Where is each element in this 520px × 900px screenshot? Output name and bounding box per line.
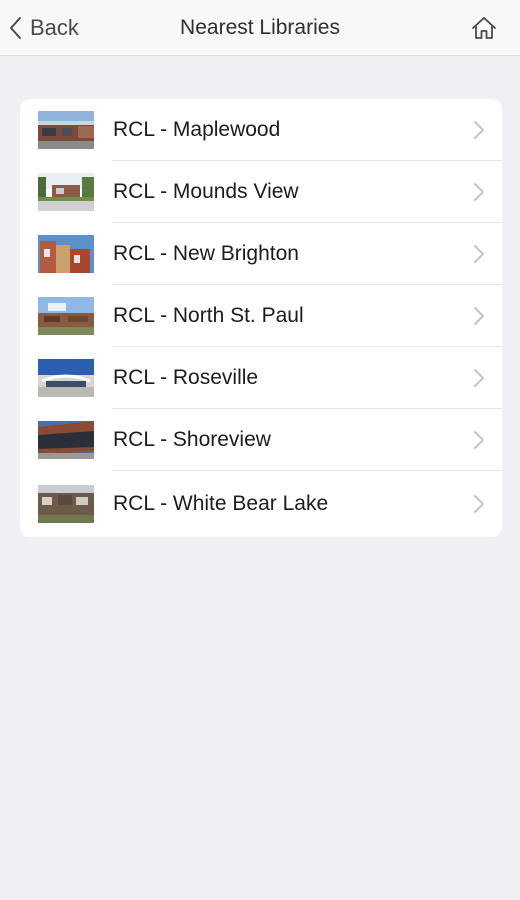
list-item-shoreview[interactable]: RCL - Shoreview [20, 409, 502, 471]
screen: Back Nearest Libraries RCL - Maplewood R… [0, 0, 520, 900]
library-list: RCL - Maplewood RCL - Mounds View RCL - … [20, 99, 502, 537]
chevron-right-icon [474, 495, 484, 513]
back-button[interactable]: Back [8, 8, 79, 48]
chevron-right-icon [474, 121, 484, 139]
chevron-left-icon [10, 17, 21, 39]
list-item-north-st-paul[interactable]: RCL - North St. Paul [20, 285, 502, 347]
library-name: RCL - Maplewood [113, 118, 281, 141]
list-item-maplewood[interactable]: RCL - Maplewood [20, 99, 502, 161]
library-name: RCL - Mounds View [113, 180, 299, 203]
list-item-mounds-view[interactable]: RCL - Mounds View [20, 161, 502, 223]
library-photo-north-st-paul [38, 297, 94, 335]
library-name: RCL - Shoreview [113, 428, 271, 451]
library-name: RCL - North St. Paul [113, 304, 304, 327]
chevron-right-icon [474, 307, 484, 325]
chevron-right-icon [474, 431, 484, 449]
library-photo-white-bear-lake [38, 485, 94, 523]
list-item-white-bear-lake[interactable]: RCL - White Bear Lake [20, 471, 502, 537]
library-photo-new-brighton [38, 235, 94, 273]
library-name: RCL - New Brighton [113, 242, 299, 265]
chevron-right-icon [474, 245, 484, 263]
navbar: Back Nearest Libraries [0, 0, 520, 56]
library-photo-shoreview [38, 421, 94, 459]
chevron-right-icon [474, 183, 484, 201]
library-name: RCL - White Bear Lake [113, 492, 329, 515]
page-title: Nearest Libraries [180, 16, 340, 39]
chevron-right-icon [474, 369, 484, 387]
library-photo-mounds-view [38, 173, 94, 211]
library-photo-maplewood [38, 111, 94, 149]
library-name: RCL - Roseville [113, 366, 259, 389]
back-label: Back [30, 15, 79, 40]
home-icon [472, 17, 496, 39]
home-button[interactable] [468, 12, 500, 44]
list-item-new-brighton[interactable]: RCL - New Brighton [20, 223, 502, 285]
list-item-roseville[interactable]: RCL - Roseville [20, 347, 502, 409]
library-photo-roseville [38, 359, 94, 397]
